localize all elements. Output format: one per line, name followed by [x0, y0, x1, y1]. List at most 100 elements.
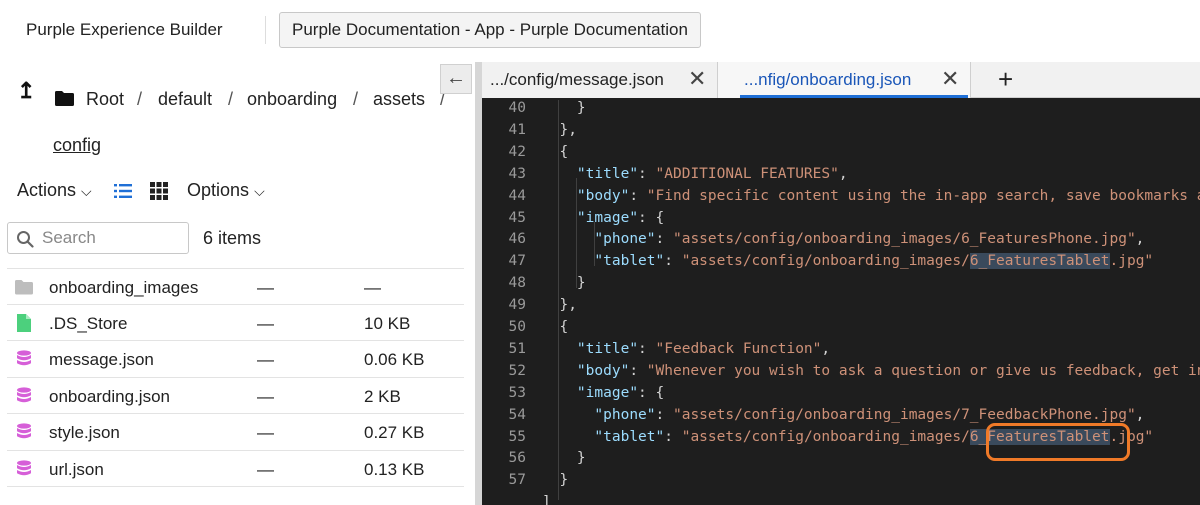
code-text: "image": { [576, 384, 665, 401]
code-text: ] [542, 494, 551, 505]
file-name: message.json [49, 350, 154, 369]
code-text: { [542, 319, 569, 335]
breadcrumb-root[interactable]: Root [86, 89, 124, 110]
tab-message-json[interactable]: .../config/message.json ✕ [482, 62, 718, 98]
line-number: 47 [508, 253, 526, 270]
file-row[interactable]: url.json — 0.13 KB [7, 451, 464, 487]
search-match-highlight: 6_FeaturesTablet [969, 253, 1110, 270]
code-text: { [542, 143, 569, 160]
line-number: 57 [508, 472, 526, 489]
chevron-down-icon: ⌵ [254, 183, 265, 199]
breadcrumb-onboarding[interactable]: onboarding [247, 89, 337, 110]
file-name: .DS_Store [49, 313, 128, 333]
options-menu-button[interactable]: Options ⌵ [187, 180, 265, 201]
file-modified: — [257, 459, 274, 479]
breadcrumb-separator: / [228, 89, 234, 109]
file-browser-panel: ↥ Root / default / onboarding / assets /… [0, 62, 475, 505]
code-line: 57 } [482, 472, 1200, 494]
file-row[interactable]: .DS_Store — 10 KB [7, 305, 464, 341]
panel-splitter[interactable] [475, 62, 482, 505]
chevron-down-icon: ⌵ [81, 183, 92, 199]
close-icon[interactable]: ✕ [941, 66, 959, 92]
indent-guide [558, 100, 559, 500]
code-line: 42 { [482, 144, 1200, 166]
editor-tab-bar: .../config/message.json ✕ ...nfig/onboar… [482, 62, 1200, 98]
grid-view-icon[interactable] [150, 182, 168, 200]
top-bar: Purple Experience Builder Purple Documen… [0, 0, 1200, 62]
code-line: 45 "image": { [482, 210, 1200, 232]
file-row[interactable]: message.json — 0.06 KB [7, 341, 464, 378]
code-text: "body": "Whenever you wish to ask a ques… [576, 362, 1200, 379]
documentation-app-button[interactable]: Purple Documentation - App - Purple Docu… [279, 12, 701, 48]
code-line: 48 } [482, 275, 1200, 297]
code-line: 50 { [482, 319, 1200, 341]
file-icon [17, 313, 31, 332]
actions-label: Actions [17, 180, 77, 200]
code-line: 51 "title": "Feedback Function", [482, 341, 1200, 363]
line-number: 43 [508, 165, 526, 182]
tab-onboarding-json[interactable]: ...nfig/onboarding.json ✕ [718, 62, 971, 98]
file-modified: — [257, 386, 274, 406]
database-icon [17, 386, 31, 402]
code-line: 40 } [482, 100, 1200, 122]
file-name: style.json [49, 423, 120, 442]
line-number: 53 [508, 384, 526, 401]
code-line: 52 "body": "Whenever you wish to ask a q… [482, 363, 1200, 385]
code-text: "title": "ADDITIONAL FEATURES", [576, 165, 848, 182]
search-box[interactable] [7, 222, 189, 254]
code-line: ] [482, 494, 1200, 505]
code-text: "phone": "assets/config/onboarding_image… [594, 231, 1145, 248]
file-row[interactable]: style.json — 0.27 KB [7, 414, 464, 451]
breadcrumb-separator: / [137, 89, 143, 109]
code-text: } [542, 100, 586, 116]
line-number: 40 [508, 100, 526, 116]
code-text: "phone": "assets/config/onboarding_image… [594, 406, 1145, 423]
code-line: 46 "phone": "assets/config/onboarding_im… [482, 231, 1200, 253]
file-name: onboarding.json [49, 386, 170, 406]
line-number: 42 [508, 143, 526, 160]
line-number: 55 [508, 428, 526, 445]
line-number: 48 [508, 275, 526, 292]
navigate-up-icon[interactable]: ↥ [17, 78, 35, 104]
file-toolbar: Actions ⌵ Options ⌵ [0, 178, 475, 208]
line-number: 50 [508, 319, 526, 335]
breadcrumb-config[interactable]: config [53, 135, 101, 156]
code-line: 49 }, [482, 297, 1200, 319]
add-tab-icon[interactable]: + [998, 64, 1013, 95]
file-modified: — [257, 313, 274, 333]
code-text: }, [542, 121, 577, 138]
tab-label: ...nfig/onboarding.json [744, 70, 912, 89]
code-text: "title": "Feedback Function", [576, 340, 831, 357]
code-text: "image": { [576, 209, 665, 226]
file-size: — [364, 278, 381, 297]
tab-label: .../config/message.json [490, 70, 664, 89]
code-text: } [542, 275, 586, 292]
code-line: 47 "tablet": "assets/config/onboarding_i… [482, 253, 1200, 275]
code-line: 41 }, [482, 122, 1200, 144]
code-text: }, [542, 297, 577, 314]
folder-icon [15, 280, 33, 295]
app-title: Purple Experience Builder [26, 20, 223, 39]
actions-menu-button[interactable]: Actions ⌵ [17, 180, 92, 201]
file-row[interactable]: onboarding_images — — [7, 268, 464, 305]
file-name: onboarding_images [49, 278, 199, 297]
close-icon[interactable]: ✕ [688, 66, 706, 92]
file-row[interactable]: onboarding.json — 2 KB [7, 378, 464, 414]
highlight-annotation [986, 423, 1130, 461]
file-list: onboarding_images — — .DS_Store — 10 KB messag… [7, 268, 464, 487]
breadcrumb-assets[interactable]: assets [373, 89, 425, 110]
file-size: 0.27 KB [364, 423, 425, 442]
search-input[interactable] [42, 227, 182, 249]
list-view-icon[interactable] [114, 182, 132, 200]
breadcrumb-separator: / [353, 89, 359, 109]
collapse-panel-button[interactable]: ← [440, 64, 472, 94]
header-divider [265, 16, 266, 44]
file-modified: — [257, 278, 274, 297]
code-text: } [542, 450, 586, 467]
code-text: "tablet": "assets/config/onboarding_imag… [594, 253, 1154, 270]
line-number: 49 [508, 297, 526, 314]
breadcrumb-default[interactable]: default [158, 89, 212, 110]
database-icon [17, 423, 31, 439]
file-modified: — [257, 350, 274, 369]
folder-icon [55, 91, 74, 106]
